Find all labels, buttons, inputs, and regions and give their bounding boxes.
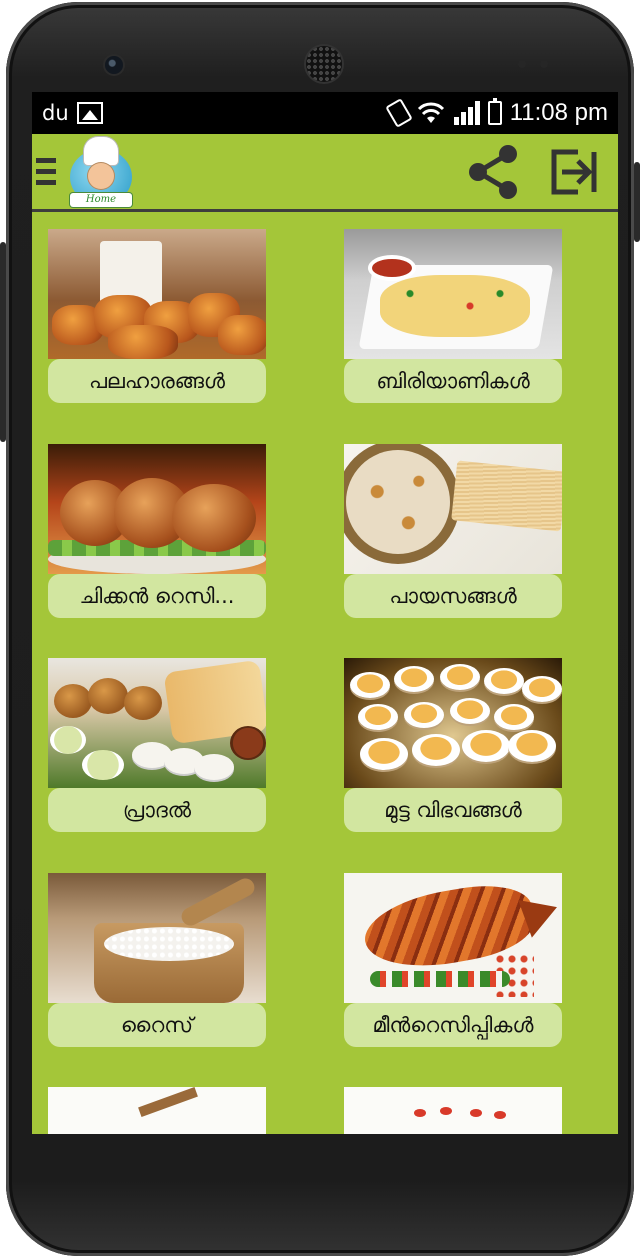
category-label: മീൻറെസിപ്പികൾ bbox=[344, 1003, 562, 1047]
earpiece-speaker bbox=[306, 46, 342, 82]
front-camera bbox=[105, 56, 123, 74]
exit-icon[interactable] bbox=[550, 148, 598, 196]
carrier-name: du bbox=[42, 101, 69, 125]
app-toolbar: Home bbox=[32, 134, 618, 212]
light-sensor bbox=[540, 60, 548, 68]
payasam-image bbox=[344, 444, 562, 574]
category-card-partial-left[interactable] bbox=[48, 1087, 266, 1134]
logo-home-label: Home bbox=[70, 192, 132, 207]
rice-image bbox=[48, 873, 266, 1003]
power-button bbox=[634, 162, 640, 242]
snacks-image bbox=[48, 229, 266, 359]
category-card-breakfast[interactable]: പ്രാദൽ bbox=[48, 658, 266, 832]
category-grid: പലഹാരങ്ങൾ ബിരിയാണികൾ ചിക്കൻ റെസി... പായസ… bbox=[32, 212, 618, 1134]
status-time: 11:08 pm bbox=[509, 99, 608, 126]
category-card-rice[interactable]: റൈസ് bbox=[48, 873, 266, 1047]
wifi-icon bbox=[417, 102, 444, 123]
home-logo[interactable]: Home bbox=[68, 136, 134, 207]
partial-image bbox=[344, 1087, 562, 1134]
chef-face-icon bbox=[88, 162, 114, 189]
category-label: റൈസ് bbox=[48, 1003, 266, 1047]
category-card-egg[interactable]: മുട്ട വിഭവങ്ങൾ bbox=[344, 658, 562, 832]
phone-frame: du 11:08 pm Home പലഹാരങ്ങൾ ബിരിയാണികൾ ചി… bbox=[0, 2, 640, 1256]
image-notification-icon bbox=[76, 102, 103, 124]
category-card-payasam[interactable]: പായസങ്ങൾ bbox=[344, 444, 562, 618]
app-screen: du 11:08 pm Home പലഹാരങ്ങൾ ബിരിയാണികൾ ചി… bbox=[32, 92, 618, 1134]
category-card-biryani[interactable]: ബിരിയാണികൾ bbox=[344, 229, 562, 403]
category-label: ചിക്കൻ റെസി... bbox=[48, 574, 266, 618]
category-label: ബിരിയാണികൾ bbox=[344, 359, 562, 403]
proximity-sensor bbox=[518, 60, 526, 68]
volume-button bbox=[0, 242, 6, 442]
category-card-partial-right[interactable] bbox=[344, 1087, 562, 1134]
chicken-image bbox=[48, 444, 266, 574]
partial-image bbox=[48, 1087, 266, 1134]
category-label: മുട്ട വിഭവങ്ങൾ bbox=[344, 788, 562, 832]
category-label: പലഹാരങ്ങൾ bbox=[48, 359, 266, 403]
category-card-fish[interactable]: മീൻറെസിപ്പികൾ bbox=[344, 873, 562, 1047]
hamburger-menu-icon[interactable] bbox=[36, 158, 56, 185]
share-icon[interactable] bbox=[466, 144, 520, 200]
category-label: പ്രാദൽ bbox=[48, 788, 266, 832]
status-bar: du 11:08 pm bbox=[32, 92, 618, 134]
chef-hat-icon bbox=[84, 136, 118, 165]
biryani-image bbox=[344, 229, 562, 359]
cell-signal-icon bbox=[453, 101, 480, 125]
vibrate-icon bbox=[384, 98, 413, 128]
breakfast-image bbox=[48, 658, 266, 788]
category-label: പായസങ്ങൾ bbox=[344, 574, 562, 618]
category-card-chicken[interactable]: ചിക്കൻ റെസി... bbox=[48, 444, 266, 618]
battery-icon bbox=[487, 98, 502, 125]
fish-image bbox=[344, 873, 562, 1003]
category-card-snacks[interactable]: പലഹാരങ്ങൾ bbox=[48, 229, 266, 403]
egg-image bbox=[344, 658, 562, 788]
